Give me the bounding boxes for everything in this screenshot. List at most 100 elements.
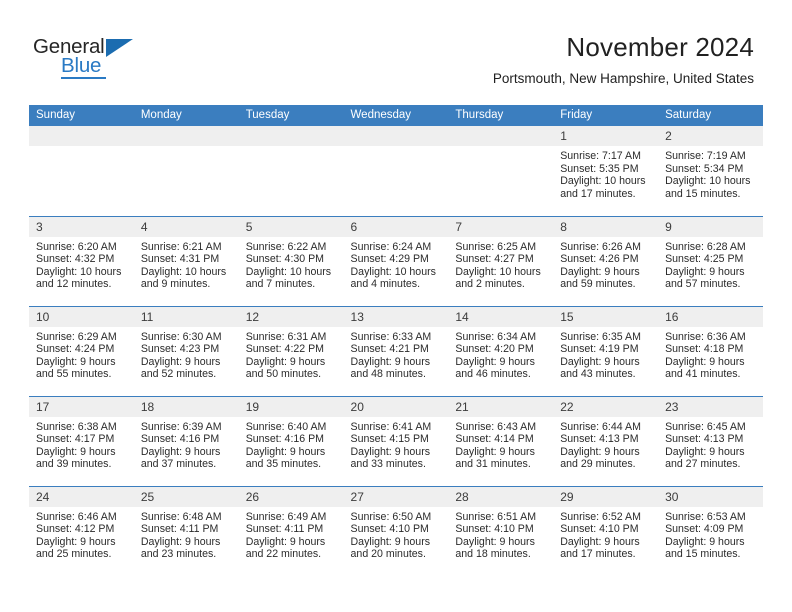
sunset-text: Sunset: 4:13 PM	[665, 433, 744, 446]
calendar-day-cell[interactable]: 29 Sunrise: 6:52 AM Sunset: 4:10 PM Dayligh…	[553, 485, 659, 576]
sunrise-text: Sunrise: 6:38 AM	[36, 420, 117, 433]
daylight-text: Daylight: 9 hours and 15 minutes.	[665, 535, 745, 561]
calendar-day-cell[interactable]: 22 Sunrise: 6:44 AM Sunset: 4:13 PM Dayligh…	[553, 395, 659, 486]
calendar-week-row: 24 Sunrise: 6:46 AM Sunset: 4:12 PM Dayligh…	[29, 485, 763, 576]
day-number: 21	[448, 396, 554, 417]
calendar-day-cell[interactable]: 15 Sunrise: 6:35 AM Sunset: 4:19 PM Dayligh…	[553, 305, 659, 396]
sunset-text: Sunset: 4:18 PM	[665, 343, 744, 356]
calendar-day-cell[interactable]: 7 Sunrise: 6:25 AM Sunset: 4:27 PM Daylight…	[448, 215, 554, 306]
daylight-text: Daylight: 9 hours and 17 minutes.	[560, 535, 640, 561]
sunrise-text: Sunrise: 6:40 AM	[245, 420, 327, 433]
calendar-page: General Blue November 2024 Portsmouth, N…	[0, 0, 792, 612]
sunset-text: Sunset: 4:31 PM	[140, 253, 220, 266]
day-number	[343, 126, 449, 146]
calendar-week-row: 3 Sunrise: 6:20 AM Sunset: 4:32 PM Daylight…	[29, 215, 763, 306]
sun-info: Sunrise: 6:34 AM Sunset: 4:20 PM Daylight:…	[448, 327, 553, 381]
daylight-text: Daylight: 10 hours and 4 minutes.	[350, 265, 436, 291]
calendar-day-cell[interactable]: 18 Sunrise: 6:39 AM Sunset: 4:16 PM Dayligh…	[133, 395, 239, 486]
sunrise-text: Sunrise: 6:43 AM	[455, 420, 537, 433]
logo-text-blue: Blue	[61, 54, 102, 77]
calendar-day-cell[interactable]: 24 Sunrise: 6:46 AM Sunset: 4:12 PM Dayligh…	[29, 485, 134, 576]
calendar-day-cell[interactable]: 13 Sunrise: 6:33 AM Sunset: 4:21 PM Dayligh…	[343, 305, 449, 396]
calendar-day-cell[interactable]: 23 Sunrise: 6:45 AM Sunset: 4:13 PM Dayligh…	[658, 395, 763, 486]
calendar-day-cell[interactable]: 25 Sunrise: 6:48 AM Sunset: 4:11 PM Dayligh…	[133, 485, 239, 576]
day-number: 23	[658, 396, 763, 417]
calendar-day-cell[interactable]: 21 Sunrise: 6:43 AM Sunset: 4:14 PM Dayligh…	[448, 395, 554, 486]
daylight-text: Daylight: 9 hours and 35 minutes.	[245, 445, 326, 471]
sunset-text: Sunset: 4:24 PM	[36, 343, 115, 356]
day-number: 25	[133, 486, 239, 507]
calendar-day-cell[interactable]: 4 Sunrise: 6:21 AM Sunset: 4:31 PM Daylight…	[133, 215, 239, 306]
calendar-day-cell[interactable]: 26 Sunrise: 6:49 AM Sunset: 4:11 PM Dayligh…	[238, 485, 344, 576]
day-number: 9	[658, 216, 763, 237]
sunrise-text: Sunrise: 6:28 AM	[665, 240, 746, 253]
daylight-text: Daylight: 10 hours and 2 minutes.	[455, 265, 541, 291]
calendar-day-cell[interactable]: 14 Sunrise: 6:34 AM Sunset: 4:20 PM Dayligh…	[448, 305, 554, 396]
daylight-text: Daylight: 9 hours and 18 minutes.	[455, 535, 535, 561]
calendar-day-cell[interactable]: 11 Sunrise: 6:30 AM Sunset: 4:23 PM Dayligh…	[133, 305, 239, 396]
daylight-text: Daylight: 10 hours and 17 minutes.	[560, 175, 646, 200]
sunset-text: Sunset: 4:20 PM	[455, 343, 534, 356]
calendar-day-cell[interactable]: 1 Sunrise: 7:17 AM Sunset: 5:35 PM Daylight…	[553, 126, 659, 216]
calendar-day-cell[interactable]: 27 Sunrise: 6:50 AM Sunset: 4:10 PM Dayligh…	[343, 485, 449, 576]
sun-info: Sunrise: 6:53 AM Sunset: 4:09 PM Daylight:…	[658, 507, 763, 561]
day-number: 24	[29, 486, 134, 507]
daylight-text: Daylight: 9 hours and 25 minutes.	[36, 535, 116, 561]
general-blue-logo[interactable]: General Blue	[33, 36, 183, 84]
day-number: 29	[553, 486, 659, 507]
day-number: 1	[553, 126, 659, 146]
sun-info: Sunrise: 6:41 AM Sunset: 4:15 PM Daylight:…	[344, 417, 449, 471]
calendar-day-cell[interactable]: 19 Sunrise: 6:40 AM Sunset: 4:16 PM Dayligh…	[238, 395, 344, 486]
calendar-day-cell[interactable]: 3 Sunrise: 6:20 AM Sunset: 4:32 PM Daylight…	[29, 215, 134, 306]
calendar-table: Sunday Monday Tuesday Wednesday Thursday…	[29, 105, 763, 576]
calendar-day-cell-empty	[238, 126, 344, 216]
calendar-day-cell[interactable]: 20 Sunrise: 6:41 AM Sunset: 4:15 PM Dayligh…	[343, 395, 449, 486]
calendar-day-cell[interactable]: 28 Sunrise: 6:51 AM Sunset: 4:10 PM Dayligh…	[448, 485, 554, 576]
calendar-day-cell[interactable]: 6 Sunrise: 6:24 AM Sunset: 4:29 PM Daylight…	[343, 215, 449, 306]
sunrise-text: Sunrise: 6:21 AM	[140, 240, 222, 253]
sunset-text: Sunset: 4:27 PM	[455, 253, 534, 266]
calendar-day-cell[interactable]: 2 Sunrise: 7:19 AM Sunset: 5:34 PM Daylight…	[658, 126, 763, 216]
calendar-day-cell[interactable]: 12 Sunrise: 6:31 AM Sunset: 4:22 PM Dayligh…	[238, 305, 344, 396]
daylight-text: Daylight: 9 hours and 37 minutes.	[140, 445, 221, 471]
calendar-day-cell[interactable]: 10 Sunrise: 6:29 AM Sunset: 4:24 PM Dayligh…	[29, 305, 134, 396]
sunrise-text: Sunrise: 6:35 AM	[560, 330, 641, 343]
sunrise-text: Sunrise: 6:36 AM	[665, 330, 746, 343]
calendar-day-cell-empty	[448, 126, 554, 216]
page-title: November 2024	[566, 32, 754, 62]
sunrise-text: Sunrise: 6:33 AM	[350, 330, 432, 343]
day-number: 20	[343, 396, 449, 417]
day-number: 26	[238, 486, 344, 507]
daylight-text: Daylight: 9 hours and 33 minutes.	[350, 445, 431, 471]
daylight-text: Daylight: 9 hours and 59 minutes.	[560, 265, 640, 291]
daylight-text: Daylight: 9 hours and 23 minutes.	[140, 535, 221, 561]
sun-info: Sunrise: 6:35 AM Sunset: 4:19 PM Daylight:…	[553, 327, 658, 381]
calendar-day-cell[interactable]: 17 Sunrise: 6:38 AM Sunset: 4:17 PM Dayligh…	[29, 395, 134, 486]
calendar-day-cell[interactable]: 9 Sunrise: 6:28 AM Sunset: 4:25 PM Daylight…	[658, 215, 763, 306]
weekday-header-row: Sunday Monday Tuesday Wednesday Thursday…	[29, 105, 763, 126]
weekday-header-tuesday: Tuesday	[238, 105, 344, 126]
calendar-week-row: 17 Sunrise: 6:38 AM Sunset: 4:17 PM Dayligh…	[29, 395, 763, 486]
daylight-text: Daylight: 9 hours and 48 minutes.	[350, 355, 431, 381]
page-header: General Blue November 2024 Portsmouth, N…	[0, 0, 792, 100]
calendar-day-cell[interactable]: 5 Sunrise: 6:22 AM Sunset: 4:30 PM Daylight…	[238, 215, 344, 306]
sunrise-text: Sunrise: 6:25 AM	[455, 240, 537, 253]
calendar-day-cell[interactable]: 30 Sunrise: 6:53 AM Sunset: 4:09 PM Dayligh…	[658, 485, 763, 576]
day-number: 15	[553, 306, 659, 327]
day-number	[133, 126, 239, 146]
calendar-day-cell-empty	[133, 126, 239, 216]
page-subtitle: Portsmouth, New Hampshire, United States	[492, 71, 754, 86]
sun-info: Sunrise: 6:22 AM Sunset: 4:30 PM Daylight:…	[239, 237, 344, 291]
sun-info: Sunrise: 6:31 AM Sunset: 4:22 PM Daylight:…	[239, 327, 344, 381]
sunset-text: Sunset: 4:10 PM	[350, 523, 429, 536]
calendar-day-cell[interactable]: 16 Sunrise: 6:36 AM Sunset: 4:18 PM Dayligh…	[658, 305, 763, 396]
calendar-day-cell[interactable]: 8 Sunrise: 6:26 AM Sunset: 4:26 PM Daylight…	[553, 215, 659, 306]
sun-info: Sunrise: 6:43 AM Sunset: 4:14 PM Daylight:…	[448, 417, 553, 471]
sunset-text: Sunset: 4:16 PM	[140, 433, 220, 446]
calendar-week-row: 1 Sunrise: 7:17 AM Sunset: 5:35 PM Daylight…	[29, 126, 763, 216]
logo-triangle-icon	[106, 39, 133, 57]
day-number: 18	[133, 396, 239, 417]
sunset-text: Sunset: 4:10 PM	[455, 523, 534, 536]
sunrise-text: Sunrise: 6:52 AM	[560, 510, 641, 523]
sunrise-text: Sunrise: 6:44 AM	[560, 420, 641, 433]
